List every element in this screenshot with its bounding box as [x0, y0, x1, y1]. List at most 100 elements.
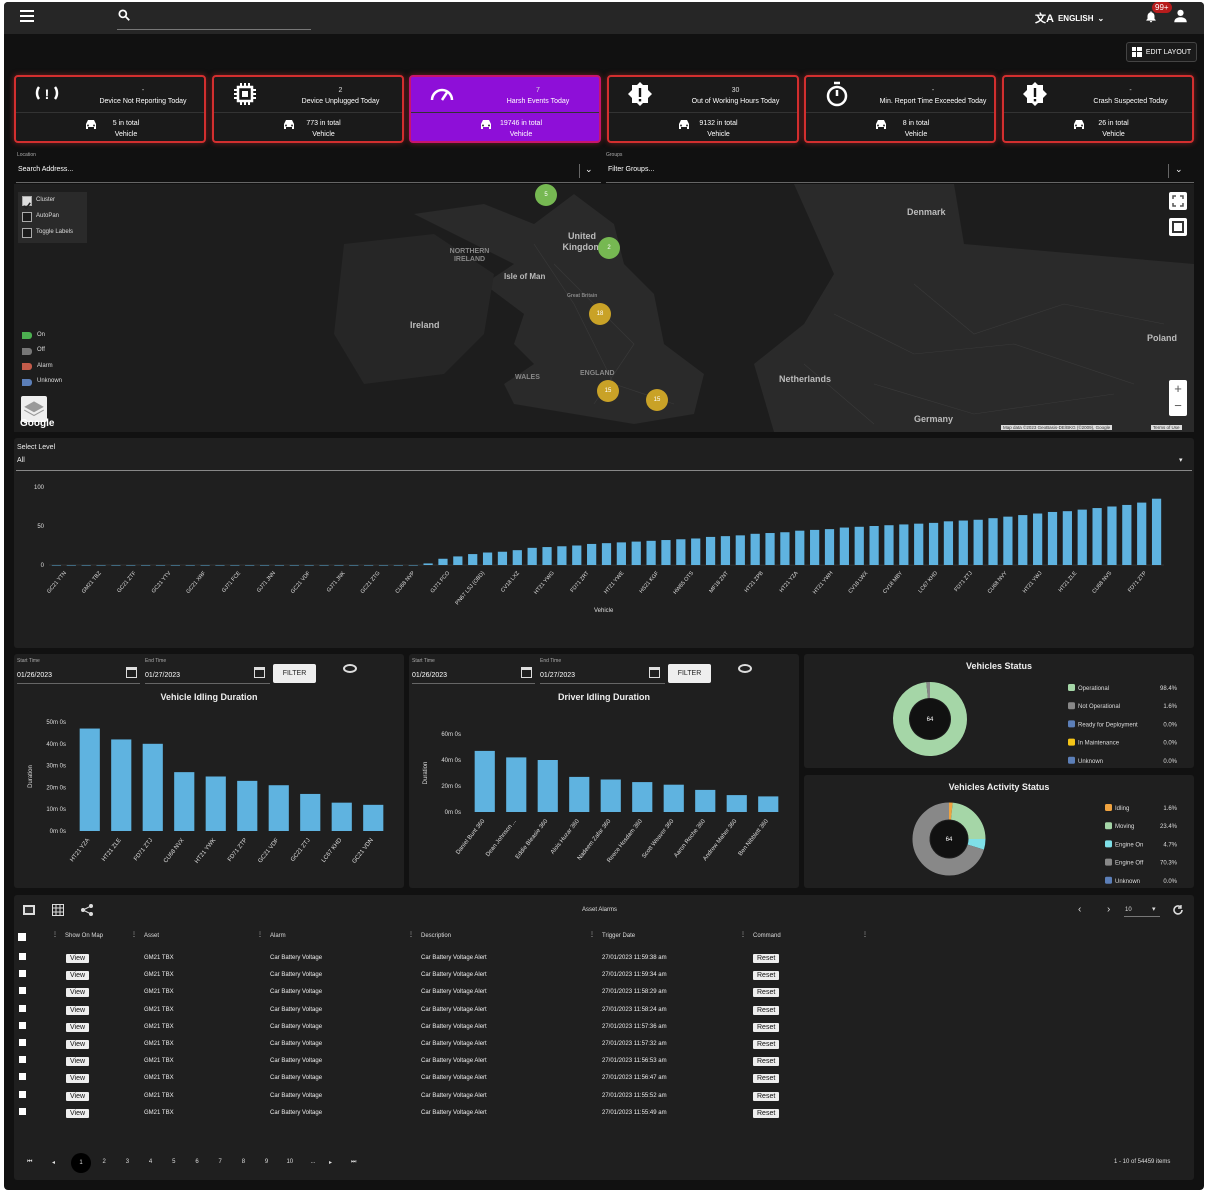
page-number[interactable]: 7 — [215, 1159, 225, 1165]
location-input[interactable]: Search Address... — [18, 166, 73, 173]
chart-bar[interactable] — [349, 565, 359, 566]
chart-bar[interactable] — [631, 541, 641, 565]
chart-bar[interactable] — [304, 565, 314, 566]
column-header[interactable]: Asset — [144, 933, 159, 939]
chart-bar[interactable] — [601, 543, 612, 565]
column-header[interactable]: Command — [753, 933, 781, 939]
column-menu-icon[interactable]: ⋮ — [52, 931, 58, 938]
chart-bar[interactable] — [1062, 511, 1072, 565]
column-header[interactable]: Alarm — [270, 933, 286, 939]
end-time-input[interactable]: 01/27/2023 — [145, 672, 180, 679]
reset-button[interactable]: Reset — [753, 988, 780, 998]
map-view-icon[interactable] — [23, 904, 35, 916]
chart-bar[interactable] — [884, 525, 894, 565]
chart-bar[interactable] — [557, 546, 567, 565]
start-time-input[interactable]: 01/26/2023 — [17, 672, 52, 679]
chart-bar[interactable] — [542, 547, 552, 565]
chart-bar[interactable] — [810, 529, 820, 565]
filter-button[interactable]: FILTER — [668, 664, 711, 683]
map-cluster[interactable]: 15 — [597, 380, 619, 402]
groups-input[interactable]: Filter Groups... — [608, 166, 654, 173]
chart-bar[interactable] — [512, 550, 522, 565]
chart-bar[interactable] — [142, 743, 163, 831]
share-icon[interactable] — [81, 904, 93, 916]
chart-bar[interactable] — [111, 565, 121, 566]
column-menu-icon[interactable]: ⋮ — [131, 931, 137, 938]
reset-button[interactable]: Reset — [753, 954, 780, 963]
donut-slice[interactable] — [967, 838, 986, 850]
user-icon[interactable] — [1173, 8, 1188, 24]
chart-bar[interactable] — [527, 547, 537, 565]
map-cluster[interactable]: 18 — [589, 303, 611, 325]
chart-bar[interactable] — [758, 796, 779, 812]
page-number[interactable]: 3 — [122, 1159, 132, 1165]
chart-bar[interactable] — [1107, 506, 1117, 566]
language-selector[interactable]: 文A ENGLISH ⌄ — [1035, 10, 1104, 26]
calendar-icon[interactable] — [254, 667, 265, 678]
chart-bar[interactable] — [569, 776, 590, 812]
column-menu-icon[interactable]: ⋮ — [740, 931, 746, 938]
menu-icon[interactable] — [20, 10, 34, 22]
view-button[interactable]: View — [66, 1074, 90, 1084]
grid-icon[interactable] — [52, 904, 64, 916]
calendar-icon[interactable] — [126, 667, 137, 678]
page-number[interactable]: 9 — [262, 1159, 272, 1165]
page-number[interactable]: 10 — [285, 1159, 295, 1165]
row-checkbox[interactable] — [19, 987, 26, 995]
chart-bar[interactable] — [81, 565, 91, 566]
zoom-out-button[interactable]: − — [1169, 398, 1187, 416]
chart-bar[interactable] — [914, 523, 924, 565]
dark-mode-icon[interactable] — [1111, 9, 1125, 23]
chart-bar[interactable] — [259, 565, 270, 566]
view-button[interactable]: View — [66, 971, 90, 981]
chart-bar[interactable] — [695, 789, 716, 812]
chart-bar[interactable] — [1047, 511, 1058, 565]
chart-bar[interactable] — [824, 529, 835, 565]
view-button[interactable]: View — [66, 1057, 90, 1067]
prev-page-icon[interactable]: ‹ — [1078, 904, 1081, 915]
chart-bar[interactable] — [482, 552, 493, 565]
chart-bar[interactable] — [1003, 516, 1013, 565]
chart-bar[interactable] — [331, 802, 352, 831]
start-time-input[interactable]: 01/26/2023 — [412, 672, 447, 679]
summary-card[interactable]: - Min. Report Time Exceeded Today 8 in tot… — [804, 75, 996, 143]
chart-bar[interactable] — [616, 542, 626, 565]
row-checkbox[interactable] — [19, 1107, 26, 1115]
row-checkbox[interactable] — [19, 1004, 26, 1012]
view-button[interactable]: View — [66, 1040, 90, 1049]
column-header[interactable]: Show On Map — [65, 933, 103, 939]
filter-button[interactable]: FILTER — [273, 664, 316, 683]
chart-bar[interactable] — [869, 526, 879, 565]
chart-bar[interactable] — [973, 519, 983, 565]
chart-bar[interactable] — [96, 565, 106, 566]
chevron-down-icon[interactable]: ▾ — [1179, 456, 1183, 464]
row-checkbox[interactable] — [19, 970, 26, 978]
zoom-in-button[interactable]: + — [1169, 380, 1187, 398]
view-button[interactable]: View — [66, 1091, 90, 1101]
summary-card[interactable]: ! - Device Not Reporting Today 5 in total Ve… — [14, 75, 206, 143]
eye-icon[interactable] — [343, 664, 357, 673]
chart-bar[interactable] — [363, 804, 384, 831]
chart-bar[interactable] — [705, 536, 716, 565]
chart-bar[interactable] — [66, 565, 76, 566]
chart-bar[interactable] — [1018, 515, 1028, 565]
page-number[interactable]: 6 — [192, 1159, 202, 1165]
row-checkbox[interactable] — [19, 1056, 26, 1064]
summary-card[interactable]: - Crash Suspected Today 26 in total Vehicle — [1001, 75, 1194, 143]
chart-bar[interactable] — [726, 795, 747, 812]
chart-bar[interactable] — [750, 533, 760, 565]
chart-bar[interactable] — [141, 565, 151, 566]
calendar-icon[interactable] — [649, 667, 660, 678]
chart-bar[interactable] — [393, 565, 403, 566]
end-time-input[interactable]: 01/27/2023 — [540, 672, 575, 679]
column-menu-icon[interactable]: ⋮ — [862, 931, 868, 938]
row-checkbox[interactable] — [19, 1021, 26, 1029]
chart-bar[interactable] — [1122, 504, 1132, 565]
chart-bar[interactable] — [1092, 508, 1102, 565]
chart-bar[interactable] — [378, 565, 389, 566]
chart-bar[interactable] — [230, 565, 240, 566]
chart-bar[interactable] — [928, 522, 939, 565]
view-button[interactable]: View — [66, 988, 90, 998]
map-square-button[interactable] — [1169, 218, 1187, 236]
chart-bar[interactable] — [691, 538, 701, 565]
